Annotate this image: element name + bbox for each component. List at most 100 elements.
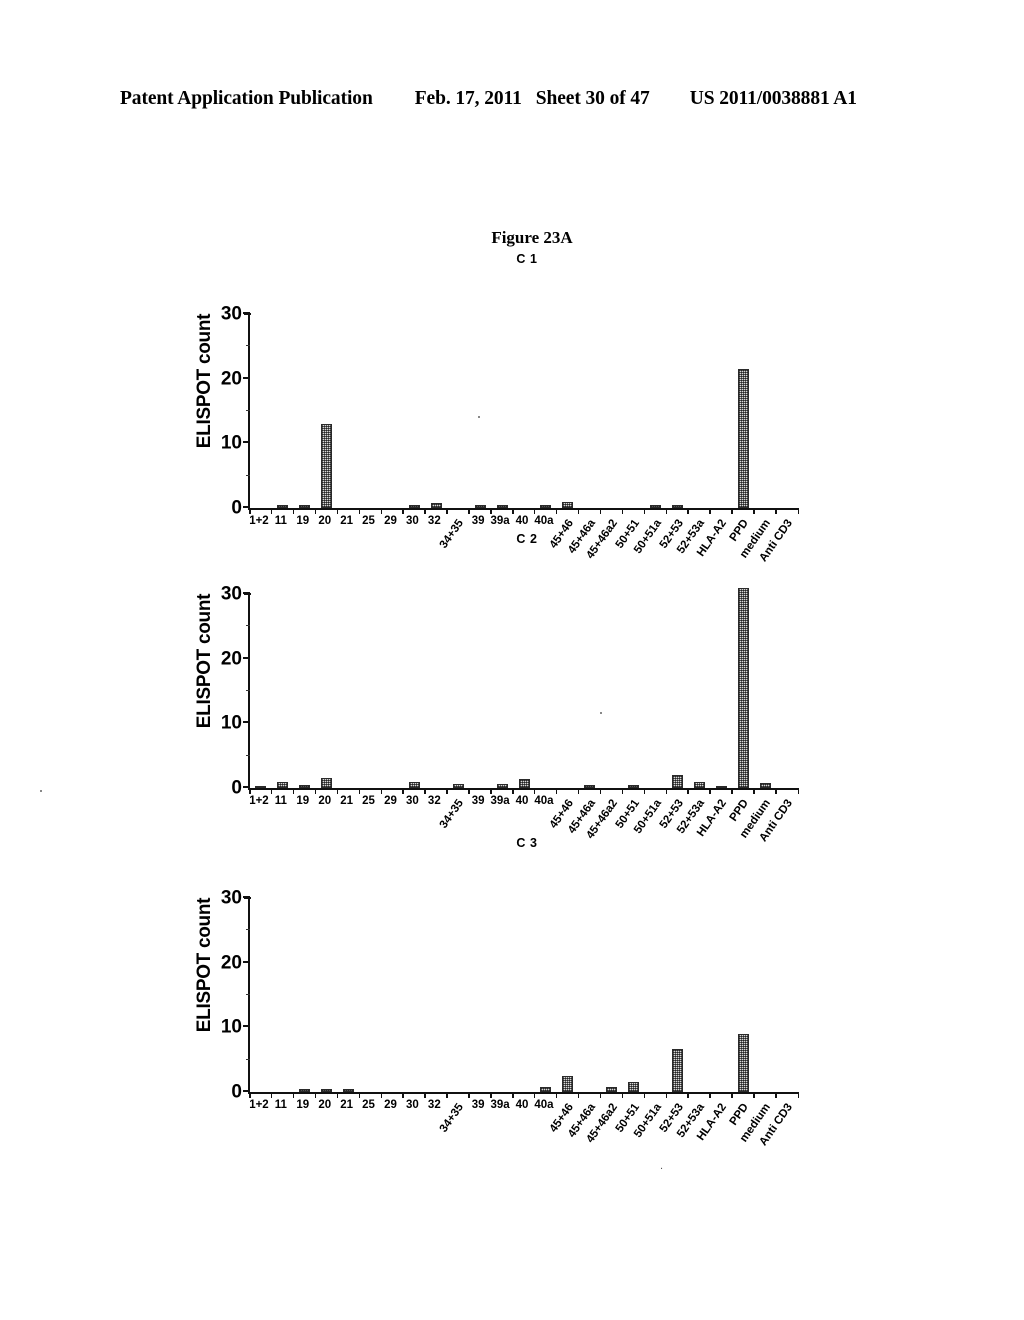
y-axis-tick — [246, 625, 250, 627]
y-axis-tick — [243, 506, 250, 508]
bar-slot — [272, 314, 294, 508]
bar-50-51 — [628, 1082, 640, 1092]
y-axis-tick — [246, 345, 250, 347]
bar-slot — [360, 314, 382, 508]
y-tick-label: 30 — [220, 303, 242, 325]
x-tick-label: 39a — [490, 515, 510, 527]
chart-c3-x-tick-labels: 1+2 11 19 20 21 25 29 30 32 34+35 39 39a 40 40a 45+46 4… — [248, 1098, 796, 1168]
x-label-cell: 45+46a2 — [584, 1098, 621, 1168]
x-tick-label: 20 — [318, 1099, 332, 1111]
x-tick-label: 29 — [384, 795, 397, 807]
bar-slot — [491, 898, 513, 1092]
y-axis-tick — [243, 786, 250, 788]
chart-c3-body: ELISPOT count 0 10 20 30 1+2 11 19 20 21 25 29 30 3… — [0, 858, 1024, 1172]
bar-slot — [732, 314, 754, 508]
patent-number: US 2011/0038881 A1 — [689, 88, 857, 109]
bar-slot — [645, 314, 667, 508]
bar-slot — [557, 314, 579, 508]
x-tick-label: 32 — [427, 515, 441, 527]
chart-c3-subtitle: C 3 — [516, 836, 538, 850]
chart-c1: C 1 ELISPOT count 0 10 20 30 1+2 11 19 20 21 25 2… — [0, 252, 1024, 564]
x-label-cell: 21 — [336, 1098, 358, 1168]
bar-slot — [667, 594, 689, 788]
bar-slot — [403, 898, 425, 1092]
y-tick-label: 30 — [220, 887, 242, 909]
scan-artifact-dot — [600, 712, 602, 714]
bar-slot — [382, 898, 404, 1092]
y-axis-tick — [246, 754, 250, 756]
y-axis-tick — [243, 592, 250, 594]
y-tick-label: 10 — [220, 1016, 242, 1038]
bar-slot — [579, 314, 601, 508]
chart-c3-plot-area — [243, 896, 799, 1098]
bar-slot — [316, 898, 338, 1092]
bar-slot — [425, 898, 447, 1092]
bar-slot — [294, 594, 316, 788]
bar-slot — [250, 314, 272, 508]
y-axis-tick — [243, 1025, 250, 1028]
y-axis-tick — [243, 960, 250, 963]
bar-slot — [469, 898, 491, 1092]
y-axis-tick — [246, 929, 250, 931]
bar-slot — [776, 898, 798, 1092]
x-tick-label: 20 — [318, 795, 332, 807]
bar-slot — [601, 594, 623, 788]
chart-c1-subtitle: C 1 — [516, 252, 538, 266]
bar-slot — [732, 587, 754, 788]
x-tick-label: 11 — [274, 515, 287, 527]
x-tick-label: 19 — [296, 1099, 310, 1111]
bar-slot — [272, 594, 294, 788]
x-tick-label: 21 — [340, 1099, 354, 1111]
chart-c3-y-tick-labels: 0 10 20 30 — [206, 887, 242, 1102]
x-tick-label: 25 — [362, 1099, 375, 1111]
bar-slot — [579, 898, 601, 1092]
bar-slot — [338, 314, 360, 508]
x-label-cell: 39a — [489, 1098, 511, 1168]
bar-slot — [447, 594, 469, 788]
bar-ppd — [737, 1033, 749, 1092]
y-tick-label: 10 — [220, 432, 242, 454]
y-tick-label: 0 — [231, 497, 242, 519]
y-tick-label: 0 — [231, 1081, 242, 1103]
scan-artifact-dot — [478, 416, 480, 418]
bar-slot — [513, 314, 535, 508]
bar-slot — [491, 594, 513, 788]
bar-slot — [710, 314, 732, 508]
bar-ppd — [737, 587, 749, 788]
bar-slot — [513, 594, 535, 788]
bar-slot — [382, 594, 404, 788]
x-tick-label: 29 — [384, 1099, 397, 1111]
x-label-cell: Anti CD3 — [757, 1098, 796, 1168]
bar-52-53 — [671, 775, 683, 788]
figure-title: Figure 23A — [0, 228, 1024, 248]
bar-slot — [316, 314, 338, 508]
y-axis-tick — [243, 312, 250, 314]
x-tick-label: 40a — [534, 795, 554, 807]
chart-c2-y-tick-labels: 0 10 20 30 — [206, 583, 242, 798]
chart-c1-plot-area — [243, 312, 799, 514]
bar-slot — [338, 594, 360, 788]
bar-slot — [535, 898, 557, 1092]
scan-artifact-dot — [40, 790, 42, 792]
bar-slot — [250, 898, 272, 1092]
bar-slot — [601, 314, 623, 508]
y-axis-tick — [243, 376, 250, 379]
bar-slot — [338, 898, 360, 1092]
x-tick-label: 40 — [515, 515, 529, 527]
y-tick-label: 30 — [220, 583, 242, 605]
y-axis-tick — [243, 1090, 250, 1092]
x-tick-label: 19 — [296, 515, 310, 527]
y-axis-tick — [246, 994, 250, 995]
bar-slot — [535, 314, 557, 508]
chart-c2: C 2 ELISPOT count 0 10 20 30 1+2 11 19 20 21 25 2… — [0, 532, 1024, 844]
y-axis-tick — [246, 474, 250, 476]
y-tick-label: 20 — [220, 952, 242, 974]
x-tick-label: 32 — [427, 795, 441, 807]
scan-artifact-dot: . — [660, 1160, 664, 1172]
x-tick-label: 19 — [296, 795, 310, 807]
x-tick-label: 1+2 — [249, 515, 269, 527]
x-tick-label: 1+2 — [249, 795, 269, 807]
x-tick-label: 39 — [471, 795, 485, 807]
patent-header: Patent Application Publication Feb. 17, … — [120, 88, 910, 110]
x-tick-label: 39a — [490, 795, 510, 807]
